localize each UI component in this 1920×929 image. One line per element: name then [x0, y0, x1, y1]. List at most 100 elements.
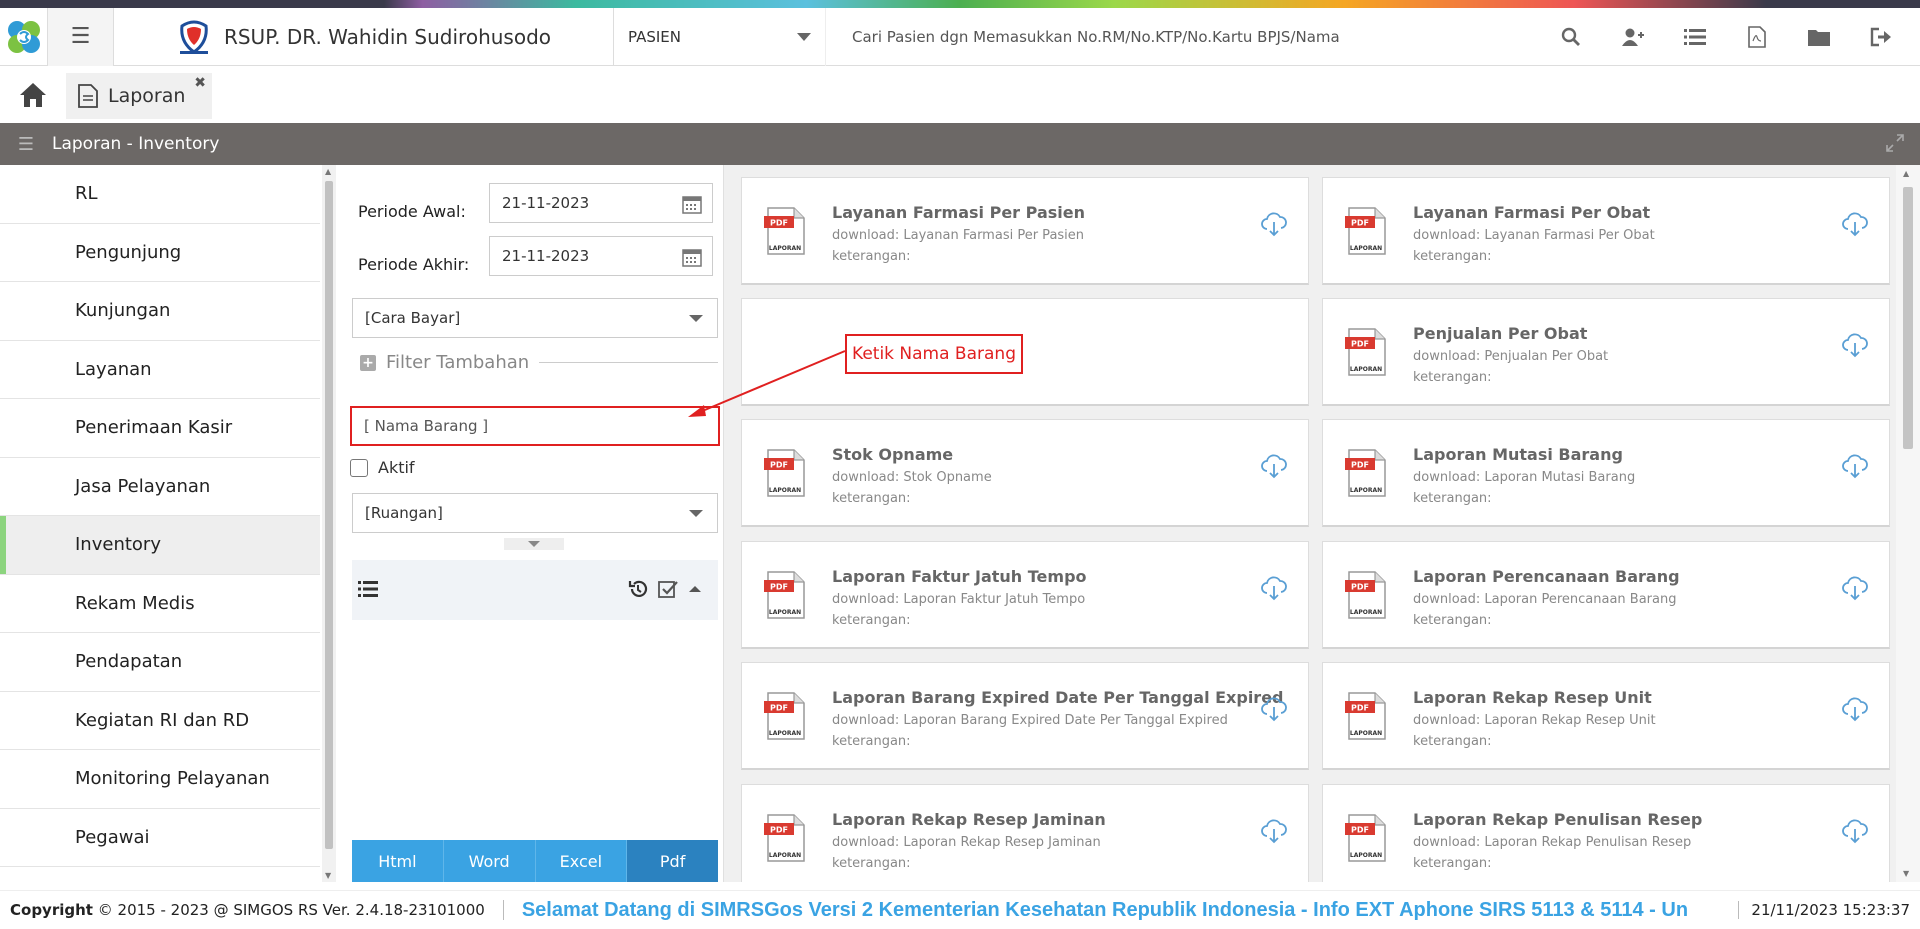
pdf-document-icon: PDF LAPORAN	[1345, 691, 1387, 745]
plus-square-icon: +	[360, 354, 376, 371]
aktif-checkbox[interactable]	[350, 458, 368, 477]
tab-laporan[interactable]: Laporan ✖	[66, 73, 212, 119]
chevron-up-icon[interactable]	[688, 584, 702, 594]
scroll-up-icon[interactable]: ▲	[325, 167, 331, 176]
periode-akhir-label: Periode Akhir:	[358, 254, 470, 274]
card-download-text: download: Laporan Rekap Resep Unit	[1413, 713, 1656, 728]
section-title: Laporan - Inventory	[52, 134, 220, 154]
app-logo[interactable]	[0, 7, 48, 66]
cloud-download-icon[interactable]	[1841, 576, 1869, 606]
list-icon[interactable]	[358, 580, 378, 602]
cara-bayar-select[interactable]: [Cara Bayar]	[352, 298, 718, 338]
report-card[interactable]: PDF LAPORAN Laporan Rekap Resep Unit downlo…	[1322, 662, 1890, 770]
calendar-icon[interactable]	[682, 247, 702, 271]
card-title: Penjualan Per Obat	[1413, 324, 1588, 343]
sidebar-item-rekam-medis[interactable]: Rekam Medis	[0, 575, 320, 633]
sidebar-item-kegiatan-ri-rd[interactable]: Kegiatan RI dan RD	[0, 692, 320, 750]
periode-akhir-input[interactable]: 21-11-2023	[489, 236, 713, 276]
pdf-report-button[interactable]	[1726, 8, 1788, 66]
close-tab-icon[interactable]: ✖	[194, 75, 206, 91]
logout-button[interactable]	[1850, 8, 1912, 66]
pdf-icon-label: LAPORAN	[1350, 487, 1382, 494]
word-button[interactable]: Word	[443, 840, 536, 882]
report-card[interactable]: PDF LAPORAN Penjualan Per Obat download: Pe…	[1322, 298, 1890, 406]
sidebar-item-rl[interactable]: RL	[0, 165, 320, 224]
pdf-document-icon: PDF LAPORAN	[764, 813, 806, 867]
collapse-filter-button[interactable]	[504, 538, 564, 550]
cloud-download-icon[interactable]	[1260, 819, 1288, 849]
patient-type-select[interactable]: PASIEN	[614, 7, 826, 66]
filter-tambahan-toggle[interactable]: + Filter Tambahan	[360, 352, 718, 373]
calendar-icon[interactable]	[682, 194, 702, 218]
app-header: ☰ RSUP. DR. Wahidin Sudirohusodo PASIEN …	[0, 7, 1920, 66]
report-card[interactable]: PDF LAPORAN Laporan Faktur Jatuh Tempo down…	[741, 541, 1309, 649]
nama-barang-input[interactable]: [ Nama Barang ]	[350, 406, 720, 446]
svg-text:PDF: PDF	[1351, 340, 1369, 349]
card-download-text: download: Layanan Farmasi Per Pasien	[832, 228, 1085, 243]
menu-toggle-button[interactable]: ☰	[48, 7, 114, 66]
cloud-download-icon[interactable]	[1841, 697, 1869, 727]
report-card[interactable]: PDF LAPORAN Layanan Farmasi Per Obat downlo…	[1322, 177, 1890, 285]
ruangan-select[interactable]: [Ruangan]	[352, 493, 718, 533]
scroll-down-icon[interactable]: ▼	[325, 871, 331, 880]
hamburger-icon[interactable]: ☰	[0, 134, 52, 155]
card-title: Laporan Mutasi Barang	[1413, 445, 1623, 464]
patient-search-input[interactable]: Cari Pasien dgn Memasukkan No.RM/No.KTP/…	[826, 8, 1540, 66]
cloud-download-icon[interactable]	[1260, 212, 1288, 242]
aktif-checkbox-row[interactable]: Aktif	[350, 458, 415, 477]
cloud-download-icon[interactable]	[1841, 819, 1869, 849]
sidebar-item-pengunjung[interactable]: Pengunjung	[0, 224, 320, 282]
periode-awal-input[interactable]: 21-11-2023	[489, 183, 713, 223]
scroll-up-icon[interactable]: ▲	[1903, 169, 1909, 178]
report-card[interactable]: PDF LAPORAN Laporan Rekap Resep Jaminan dow…	[741, 784, 1309, 882]
cloud-download-icon[interactable]	[1841, 212, 1869, 242]
pdf-icon-label: LAPORAN	[1350, 730, 1382, 737]
scrollbar-thumb[interactable]	[325, 181, 333, 849]
expand-icon[interactable]	[1886, 134, 1904, 157]
report-card[interactable]	[741, 298, 1309, 406]
report-card[interactable]: PDF LAPORAN Laporan Perencanaan Barang down…	[1322, 541, 1890, 649]
cloud-download-icon[interactable]	[1841, 333, 1869, 363]
sidebar-item-pegawai[interactable]: Pegawai	[0, 809, 320, 867]
patient-list-button[interactable]	[1664, 8, 1726, 66]
tab-label: Laporan	[108, 85, 186, 107]
sidebar-scrollbar[interactable]: ▲ ▼	[322, 165, 336, 882]
sidebar-item-pendapatan[interactable]: Pendapatan	[0, 633, 320, 692]
history-icon[interactable]	[628, 579, 648, 599]
card-keterangan: keterangan:	[1413, 370, 1492, 385]
card-download-text: download: Layanan Farmasi Per Obat	[1413, 228, 1655, 243]
sidebar-item-jasa-pelayanan[interactable]: Jasa Pelayanan	[0, 458, 320, 516]
footer: Copyright © 2015 - 2023 @ SIMGOS RS Ver.…	[0, 890, 1920, 929]
card-keterangan: keterangan:	[1413, 613, 1492, 628]
html-button[interactable]: Html	[352, 840, 444, 882]
excel-button[interactable]: Excel	[535, 840, 628, 882]
check-square-icon[interactable]	[658, 579, 678, 599]
folder-icon	[1808, 29, 1830, 46]
report-card[interactable]: PDF LAPORAN Laporan Barang Expired Date Pe…	[741, 662, 1309, 770]
report-card[interactable]: PDF LAPORAN Laporan Mutasi Barang download:…	[1322, 419, 1890, 527]
cloud-download-icon[interactable]	[1260, 454, 1288, 484]
sidebar-item-kunjungan[interactable]: Kunjungan	[0, 282, 320, 341]
sidebar-item-monitoring-pelayanan[interactable]: Monitoring Pelayanan	[0, 750, 320, 809]
search-button[interactable]	[1540, 8, 1602, 66]
hospital-logo-icon	[179, 20, 208, 54]
add-patient-button[interactable]	[1602, 8, 1664, 66]
folder-button[interactable]	[1788, 8, 1850, 66]
sidebar-item-inventory[interactable]: Inventory	[0, 516, 320, 575]
card-title: Laporan Rekap Resep Unit	[1413, 688, 1652, 707]
pdf-button[interactable]: Pdf	[627, 840, 718, 882]
cloud-download-icon[interactable]	[1841, 454, 1869, 484]
sidebar-item-layanan[interactable]: Layanan	[0, 341, 320, 399]
home-button[interactable]	[0, 67, 66, 123]
report-card[interactable]: PDF LAPORAN Laporan Rekap Penulisan Resep d…	[1322, 784, 1890, 882]
cloud-download-icon[interactable]	[1260, 576, 1288, 606]
sidebar-item-penerimaan-kasir[interactable]: Penerimaan Kasir	[0, 399, 320, 458]
report-card[interactable]: PDF LAPORAN Stok Opname download: Stok Opna…	[741, 419, 1309, 527]
pdf-icon-label: LAPORAN	[1350, 852, 1382, 859]
scroll-down-icon[interactable]: ▼	[1903, 869, 1909, 878]
cloud-download-icon[interactable]	[1260, 697, 1288, 727]
scrollbar-thumb[interactable]	[1903, 187, 1913, 449]
report-card[interactable]: PDF LAPORAN Layanan Farmasi Per Pasien down…	[741, 177, 1309, 285]
cards-scrollbar[interactable]: ▲ ▼	[1896, 165, 1920, 882]
pdf-document-icon: PDF LAPORAN	[1345, 570, 1387, 624]
